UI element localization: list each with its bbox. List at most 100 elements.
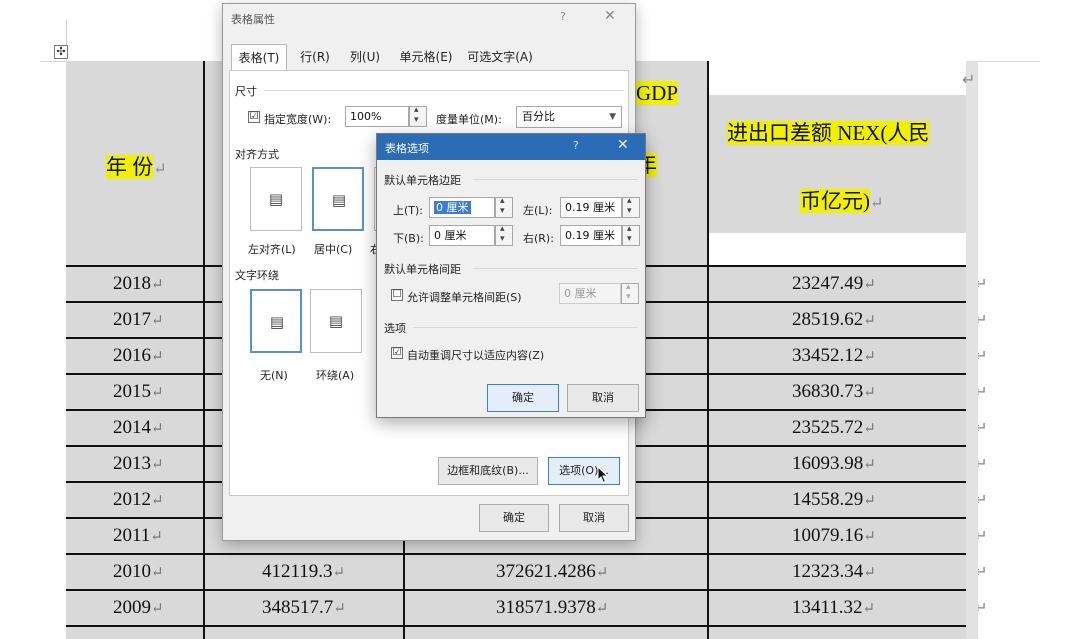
return-mark: ↵ [151,349,164,365]
spacing-label: 默认单元格间距 [384,263,461,276]
options-ok-button[interactable]: 确定 [487,384,559,412]
header-nex-line1-text: 进出口差额 NEX(人民 [727,121,930,145]
table-options-dialog: 表格选项 ? ✕ 默认单元格边距 上(T): 0 厘米 左(L): 0.19 厘… [376,133,646,418]
year-cell: 2009↵ [113,590,164,627]
mouse-pointer-icon [597,466,609,484]
alignment-label: 对齐方式 [235,148,279,161]
bottom-margin-input[interactable]: 0 厘米 [429,225,495,246]
top-margin-label: 上(T): [393,204,424,217]
year-cell: 2018↵ [113,266,164,303]
wrap-none-icon: ▤ [269,313,285,331]
wrap-around-option[interactable]: ▤ [310,289,362,353]
align-left-icon: ▤ [268,190,284,208]
measure-value: 百分比 [522,110,555,123]
return-mark: ↵ [863,277,876,293]
spacing-input[interactable]: 0 厘米 [559,283,621,304]
close-icon[interactable]: ✕ [604,8,616,24]
nex-cell: 23247.49↵ [792,266,876,303]
return-mark: ↵ [151,313,164,329]
return-mark: ↵ [332,565,346,581]
return-mark: ↵ [863,457,876,473]
nex-value: 12323.34 [792,561,864,582]
right-margin-label: 右(R): [523,232,554,245]
ok-button[interactable]: 确定 [479,504,549,532]
tab-table[interactable]: 表格(T) [231,44,287,70]
wrap-around-icon: ▤ [328,312,344,330]
top-margin-input[interactable]: 0 厘米 [429,197,495,218]
options-cancel-button[interactable]: 取消 [567,384,639,412]
nex-value: 14558.29 [792,489,864,510]
nex-value: 28519.62 [792,309,864,330]
return-mark: ↵ [595,601,609,617]
col2-value: 348517.7 [262,597,334,618]
close-icon[interactable]: ✕ [617,137,629,153]
cancel-button[interactable]: 取消 [559,504,629,532]
tab-cell[interactable]: 单元格(E) [395,44,457,70]
row-divider [66,553,966,555]
nex-cell: 10079.16↵ [792,518,876,555]
year-value: 2018 [113,273,151,294]
header-cell-nex-bottom [708,233,966,266]
options-section-label: 选项 [384,322,406,335]
measure-label: 度量单位(M): [436,113,502,126]
nex-cell: 13411.32↵ [792,590,875,627]
options-button[interactable]: 选项(O)... [548,457,620,485]
chevron-down-icon: ▼ [609,112,616,122]
header-year-mark: ↵ [153,161,167,178]
nex-value: 13411.32 [792,597,863,618]
align-center-option[interactable]: ▤ [312,167,364,231]
top-margin-spinner[interactable] [495,196,513,218]
header-nex-line2: 币亿元)↵ [800,185,883,215]
return-mark: ↵ [151,493,164,509]
tab-row[interactable]: 行(R) [293,44,337,70]
wrap-none-option[interactable]: ▤ [250,289,302,353]
preferred-width-input[interactable]: 100% [345,106,409,127]
year-cell: 2017↵ [113,302,164,339]
return-mark: ↵ [151,385,164,401]
margins-label: 默认单元格边距 [384,174,461,187]
year-value: 2009 [113,597,151,618]
year-value: 2017 [113,309,151,330]
align-center-icon: ▤ [331,191,347,209]
tab-column[interactable]: 列(U) [343,44,387,70]
nex-value: 33452.12 [792,345,864,366]
table-row[interactable] [66,626,966,639]
nex-cell: 16093.98↵ [792,446,876,483]
right-margin-spinner[interactable] [622,224,640,246]
borders-shading-button[interactable]: 边框和底纹(B)... [438,457,538,485]
align-left-option[interactable]: ▤ [250,167,302,231]
nex-cell: 36830.73↵ [792,374,876,411]
table-move-handle-icon[interactable]: ✣ [54,45,68,59]
left-margin-input[interactable]: 0.19 厘米 [560,197,622,218]
measure-select[interactable]: 百分比 ▼ [516,106,622,128]
nex-cell: 12323.34↵ [792,554,876,591]
year-value: 2016 [113,345,151,366]
autoresize-checkbox[interactable]: ☑ [391,347,403,359]
divider [264,90,624,91]
right-margin-input[interactable]: 0.19 厘米 [560,225,622,246]
spacing-spinner[interactable] [621,282,639,304]
help-icon[interactable]: ? [560,10,566,23]
allow-spacing-checkbox[interactable]: ☐ [391,289,403,301]
right-margin-shade [966,61,978,639]
preferred-width-spinner[interactable] [409,105,427,127]
divider [473,179,637,180]
header-nex-line1: 进出口差额 NEX(人民 [727,117,930,147]
help-icon[interactable]: ? [573,139,579,152]
return-mark: ↵ [151,421,164,437]
year-value: 2013 [113,453,151,474]
preferred-width-checkbox[interactable]: ☑ [248,111,260,123]
bottom-margin-spinner[interactable] [495,224,513,246]
header-year-text: 年 份 [106,155,154,179]
options-dialog-title: 表格选项 [385,142,429,155]
header-gdp-fragment: GDP [636,81,679,106]
left-margin-spinner[interactable] [622,196,640,218]
year-cell: 2016↵ [113,338,164,375]
tab-alt-text[interactable]: 可选文字(A) [463,44,537,70]
return-mark: ↵ [151,457,164,473]
size-label: 尺寸 [235,85,257,98]
nex-cell: 14558.29↵ [792,482,876,519]
nex-cell: 23525.72↵ [792,410,876,447]
divider [473,268,637,269]
top-margin-value: 0 厘米 [434,201,471,214]
